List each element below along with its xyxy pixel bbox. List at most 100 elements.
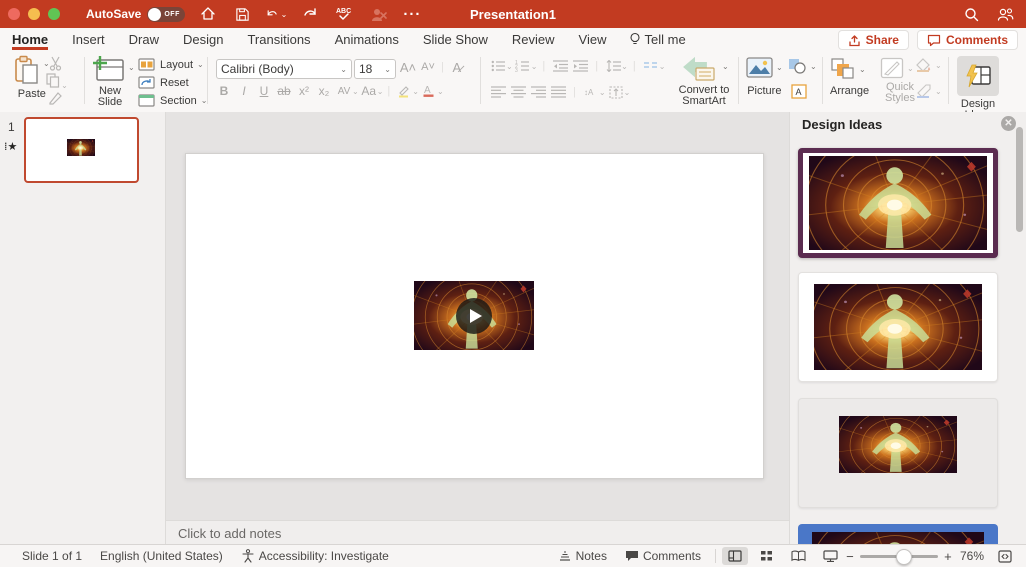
new-slide-label: New Slide: [97, 85, 123, 108]
notes-toggle[interactable]: Notes: [558, 549, 607, 563]
arrange-icon: [831, 58, 854, 79]
design-idea-1[interactable]: [798, 148, 998, 258]
columns-button: [641, 58, 661, 74]
reset-label: Reset: [160, 76, 189, 89]
layout-button[interactable]: Layout ⌄: [138, 58, 204, 71]
new-slide-dropdown-chevron[interactable]: ⌄: [128, 63, 135, 72]
font-format-row: B I U ab x² x₂ A︎V ⌄ Aa ⌄ | ⌄ A ⌄: [214, 83, 444, 99]
layout-label: Layout: [160, 58, 194, 71]
notes-pane[interactable]: Click to add notes: [166, 520, 790, 545]
zoom-percentage[interactable]: 76%: [960, 549, 984, 563]
presenter-coach-icon: [367, 3, 389, 25]
section-button[interactable]: Section ⌄: [138, 94, 207, 107]
accessibility-label: Accessibility: Investigate: [258, 549, 389, 563]
zoom-slider-knob[interactable]: [895, 548, 912, 565]
font-size-combo[interactable]: 18 ⌄: [354, 59, 396, 79]
numbering-button: 123: [513, 58, 533, 74]
reset-icon: [138, 76, 155, 89]
zoom-out-button[interactable]: −: [844, 549, 856, 564]
font-name-combo[interactable]: Calibri (Body) ⌄: [216, 59, 352, 79]
autosave-control[interactable]: AutoSave OFF: [86, 6, 186, 22]
reading-view-button[interactable]: [786, 547, 812, 565]
arrange-button[interactable]: ⌄ Arrange: [830, 57, 869, 97]
new-slide-button[interactable]: ⌄ New Slide: [92, 55, 135, 108]
shapes-dropdown-chevron[interactable]: ⌄: [810, 62, 817, 71]
fit-slide-to-window-button[interactable]: [992, 547, 1018, 565]
spell-check-icon[interactable]: ABC: [333, 3, 355, 25]
slide-sorter-view-button[interactable]: [754, 547, 780, 565]
comments-status-icon: [625, 551, 638, 561]
slide-indicator: Slide 1 of 1: [22, 549, 83, 563]
paragraph-row-2: | ↕A ⌄ ⌄: [488, 84, 630, 100]
tab-home[interactable]: Home: [12, 30, 49, 50]
more-commands-icon[interactable]: ···: [401, 3, 423, 25]
smartart-dropdown-chevron[interactable]: ⌄: [722, 62, 729, 71]
share-button-label: Share: [865, 33, 899, 47]
normal-view-button[interactable]: [721, 547, 748, 565]
tab-insert[interactable]: Insert: [72, 30, 105, 50]
save-icon[interactable]: [231, 3, 253, 25]
bold-button: B: [219, 84, 229, 98]
share-people-icon[interactable]: [994, 3, 1016, 25]
shape-fill-button: ⌄: [916, 58, 942, 72]
share-button[interactable]: Share: [837, 30, 909, 50]
tab-review[interactable]: Review: [512, 30, 555, 50]
slide-thumbnail-1[interactable]: [24, 117, 139, 183]
close-window-button[interactable]: [8, 8, 20, 20]
minimize-window-button[interactable]: [28, 8, 40, 20]
autosave-toggle[interactable]: OFF: [147, 6, 186, 22]
picture-dropdown-chevron[interactable]: ⌄: [776, 63, 783, 72]
tab-slide-show[interactable]: Slide Show: [423, 30, 488, 50]
arrange-label: Arrange: [830, 85, 870, 97]
paragraph-row-1: ⌄ 123 ⌄ | | ⌄ | ⌄: [488, 58, 665, 74]
svg-text:A: A: [424, 85, 431, 96]
section-icon: [138, 94, 155, 107]
layout-icon: [138, 58, 155, 71]
paste-button[interactable]: ⌄ Paste: [14, 55, 50, 100]
zoom-in-button[interactable]: +: [942, 549, 954, 564]
zoom-slider[interactable]: [859, 548, 938, 565]
video-play-button[interactable]: [456, 297, 492, 334]
tab-draw[interactable]: Draw: [129, 30, 159, 50]
font-name-chevron: ⌄: [340, 64, 347, 74]
notes-toggle-label: Notes: [575, 549, 607, 563]
tab-transitions[interactable]: Transitions: [247, 30, 310, 50]
accessibility-status[interactable]: Accessibility: Investigate: [241, 549, 389, 563]
text-box-button[interactable]: A: [791, 84, 807, 102]
font-color-button: A: [419, 83, 439, 99]
zoom-window-button[interactable]: [48, 8, 60, 20]
tab-tell-me[interactable]: Tell me: [629, 30, 686, 50]
slideshow-view-button[interactable]: [818, 547, 844, 565]
design-idea-3[interactable]: [798, 398, 998, 508]
picture-button[interactable]: ⌄ Picture: [746, 57, 783, 97]
bullets-button: [488, 58, 508, 74]
language-selector[interactable]: English (United States): [100, 549, 223, 563]
svg-text:A: A: [796, 87, 802, 97]
paste-clipboard-icon: [15, 55, 38, 84]
design-idea-4[interactable]: [798, 524, 998, 545]
tab-design[interactable]: Design: [183, 30, 223, 50]
comments-toggle[interactable]: Comments: [625, 549, 701, 563]
layout-dropdown-chevron[interactable]: ⌄: [197, 60, 204, 69]
shapes-button[interactable]: ⌄: [788, 58, 817, 74]
redo-button[interactable]: [299, 3, 321, 25]
tab-animations[interactable]: Animations: [335, 30, 399, 50]
tab-view[interactable]: View: [579, 30, 607, 50]
shape-outline-icon: [917, 84, 931, 98]
comments-button[interactable]: Comments: [916, 30, 1018, 50]
slide-thumbnail-panel: 1 ⁞★: [0, 112, 166, 545]
notes-placeholder: Click to add notes: [178, 525, 282, 541]
design-idea-2[interactable]: [798, 272, 998, 382]
undo-button[interactable]: ⌄: [265, 3, 287, 25]
search-icon[interactable]: [960, 3, 982, 25]
reset-button[interactable]: Reset: [138, 76, 189, 89]
undo-dropdown-chevron[interactable]: ⌄: [281, 10, 288, 19]
slide-video-object[interactable]: [414, 281, 534, 350]
text-direction-button: ↕A: [581, 84, 601, 100]
text-box-icon: A: [791, 84, 807, 99]
design-panel-scrollbar[interactable]: [1016, 127, 1023, 232]
home-icon[interactable]: [197, 3, 219, 25]
close-design-ideas-icon[interactable]: ✕: [1001, 116, 1016, 131]
arrange-dropdown-chevron[interactable]: ⌄: [859, 65, 866, 74]
convert-smartart-button[interactable]: ⌄: [678, 56, 729, 82]
